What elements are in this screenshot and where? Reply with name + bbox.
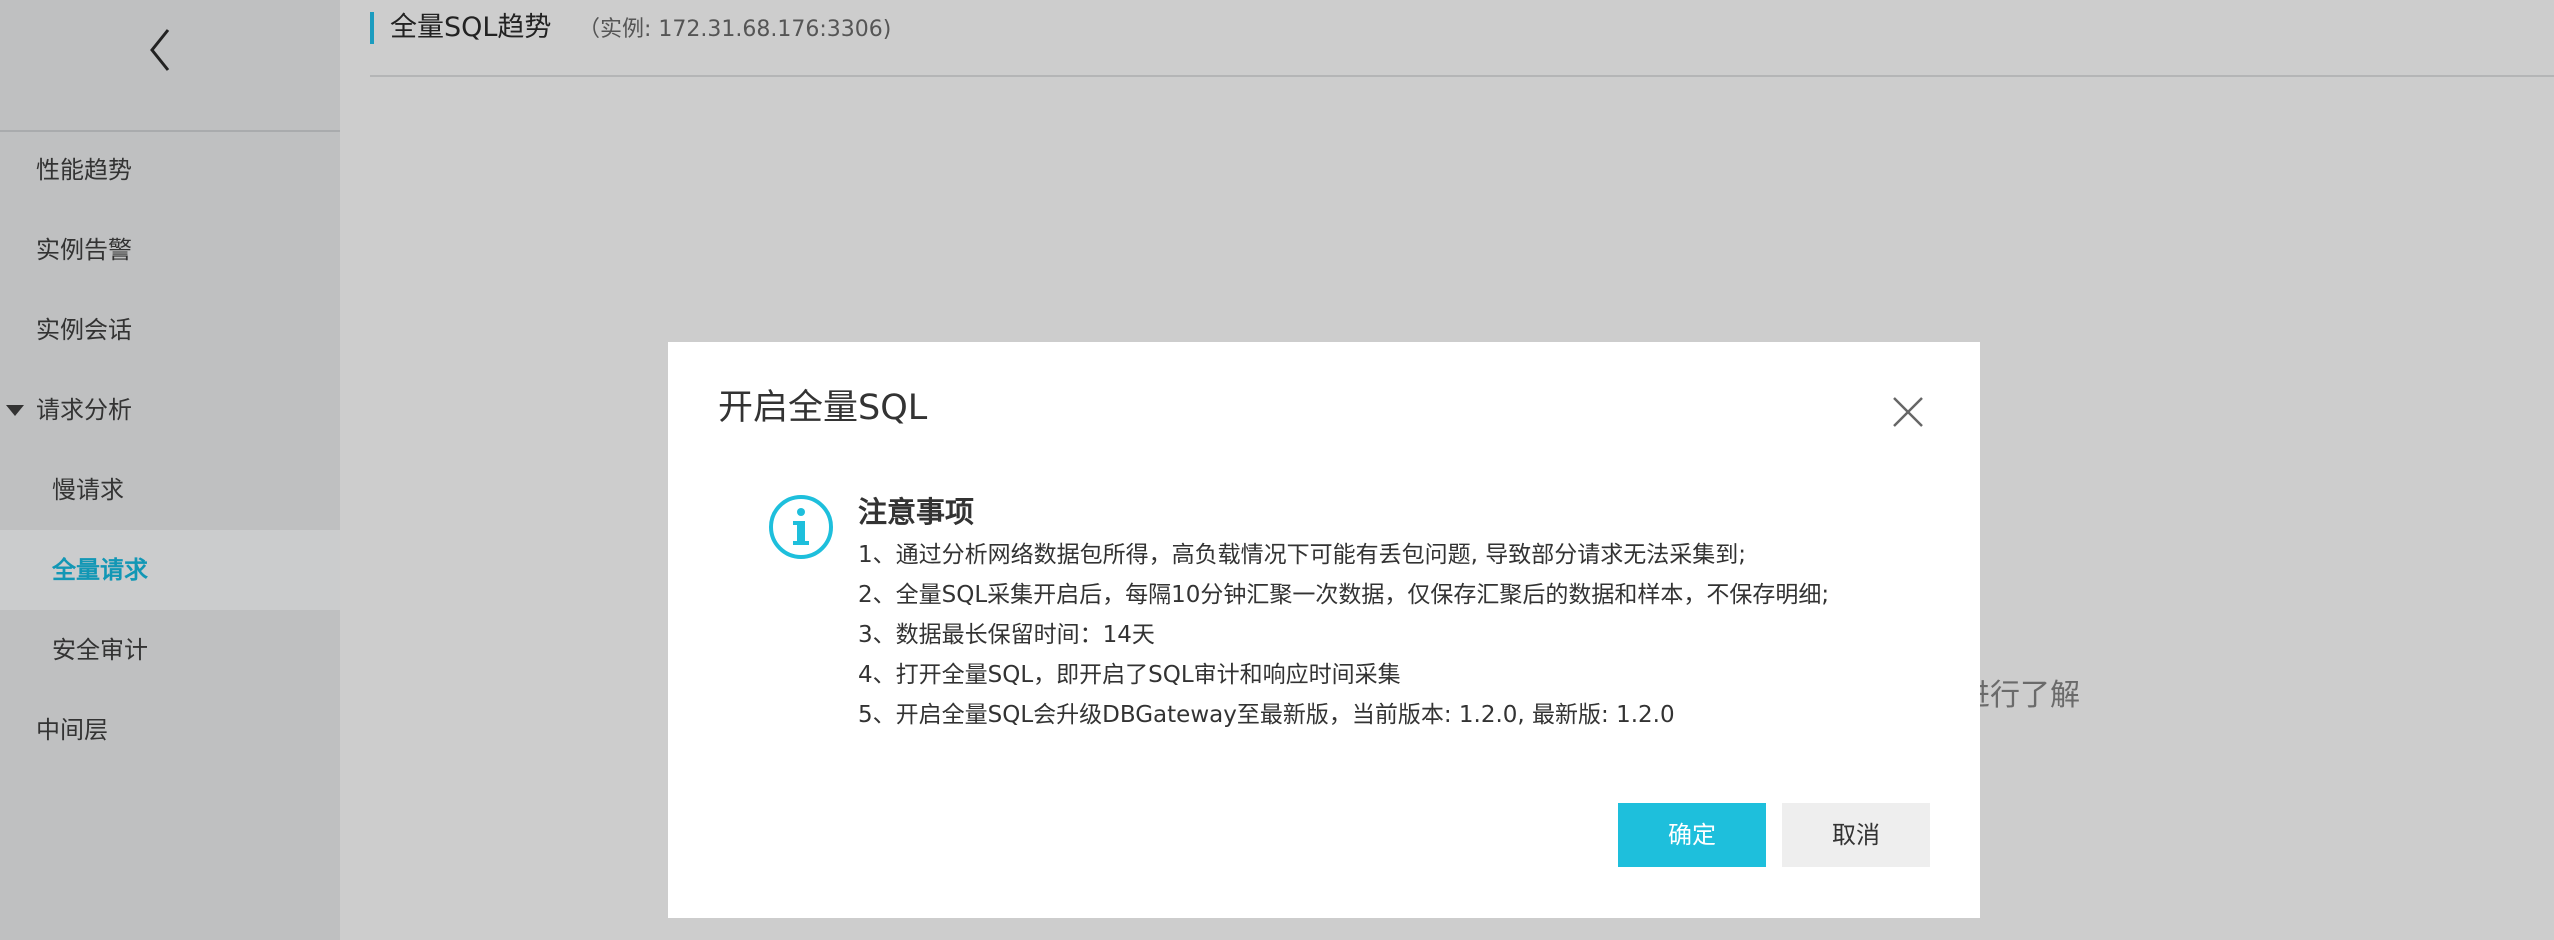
sidebar-item-request-analysis[interactable]: 请求分析 — [0, 370, 340, 450]
sidebar-item-security-audit[interactable]: 安全审计 — [0, 610, 340, 690]
sidebar-item-label: 安全审计 — [52, 636, 148, 664]
notice-item: 3、数据最长保留时间：14天 — [858, 622, 1155, 648]
sidebar: 性能趋势 实例告警 实例会话 请求分析 慢请求 全量请求 安全审计 中间层 — [0, 0, 340, 940]
sidebar-item-label: 慢请求 — [52, 476, 124, 504]
page: 性能趋势 实例告警 实例会话 请求分析 慢请求 全量请求 安全审计 中间层 全量… — [0, 0, 2554, 940]
instance-subtitle: （实例: 172.31.68.176:3306) — [578, 17, 892, 42]
back-button[interactable] — [140, 22, 180, 78]
title-accent-bar — [370, 12, 374, 44]
caret-down-icon — [6, 405, 24, 416]
confirm-button[interactable]: 确定 — [1618, 803, 1766, 867]
sidebar-item-instance-sessions[interactable]: 实例会话 — [0, 290, 340, 370]
notice-title: 注意事项 — [858, 495, 975, 529]
sidebar-item-performance-trend[interactable]: 性能趋势 — [0, 130, 340, 210]
sidebar-item-label: 性能趋势 — [36, 156, 132, 184]
sidebar-item-label: 实例告警 — [36, 236, 132, 264]
header-divider — [370, 75, 2554, 77]
sidebar-item-label: 请求分析 — [36, 396, 132, 424]
notice-item: 2、全量SQL采集开启后，每隔10分钟汇聚一次数据，仅保存汇聚后的数据和样本，不… — [858, 582, 1830, 608]
sidebar-item-instance-alerts[interactable]: 实例告警 — [0, 210, 340, 290]
notice-item: 4、打开全量SQL，即开启了SQL审计和响应时间采集 — [858, 662, 1401, 688]
dialog-title: 开启全量SQL — [718, 388, 928, 428]
enable-full-sql-dialog: 开启全量SQL 注意事项 1、通过分析网络数据包所得，高负载情况下可能有丢包问题… — [668, 342, 1980, 918]
sidebar-item-middle-tier[interactable]: 中间层 — [0, 690, 340, 770]
notice-item: 1、通过分析网络数据包所得，高负载情况下可能有丢包问题, 导致部分请求无法采集到… — [858, 542, 1747, 568]
cancel-button[interactable]: 取消 — [1782, 803, 1930, 867]
sidebar-item-label: 中间层 — [36, 716, 108, 744]
sidebar-item-label: 实例会话 — [36, 316, 132, 344]
chevron-left-icon — [150, 29, 170, 71]
close-button[interactable] — [1890, 394, 1926, 430]
info-circle-icon — [768, 494, 834, 560]
notice-item: 5、开启全量SQL会升级DBGateway至最新版，当前版本: 1.2.0, 最… — [858, 702, 1675, 728]
sidebar-item-full-requests[interactable]: 全量请求 — [0, 530, 340, 610]
close-icon — [1893, 397, 1923, 427]
notice-list: 1、通过分析网络数据包所得，高负载情况下可能有丢包问题, 导致部分请求无法采集到… — [858, 535, 1829, 735]
page-title: 全量SQL趋势 — [390, 12, 552, 43]
sidebar-item-label: 全量请求 — [52, 556, 148, 584]
sidebar-item-slow-requests[interactable]: 慢请求 — [0, 450, 340, 530]
